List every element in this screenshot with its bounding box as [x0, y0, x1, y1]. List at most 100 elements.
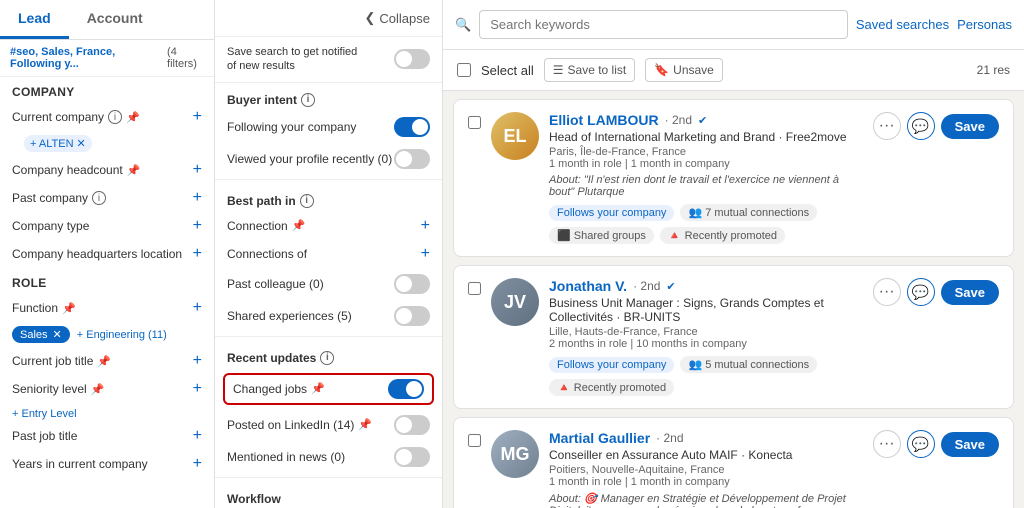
filter-current-job-title[interactable]: Current job title 📌 + [0, 347, 214, 375]
elliot-location: Paris, Île-de-France, France [549, 146, 863, 158]
filter-company-hq[interactable]: Company headquarters location + [0, 240, 214, 268]
save-to-list-button[interactable]: ☰ Save to list [544, 58, 635, 82]
search-header: 🔍 Saved searches Personas [443, 0, 1024, 50]
recent-updates-info-icon: i [320, 351, 334, 365]
tab-account[interactable]: Account [69, 0, 161, 39]
shared-experiences-toggle[interactable] [394, 306, 430, 326]
search-input[interactable] [479, 10, 848, 39]
past-colleague-row: Past colleague (0) [215, 268, 442, 300]
jonathan-follows-tag: Follows your company [549, 357, 674, 373]
add-headcount[interactable]: + [193, 161, 202, 179]
posted-linkedin-toggle[interactable] [394, 415, 430, 435]
remove-sales-chip[interactable]: ✕ [53, 328, 62, 341]
middle-panel: ❮ Collapse Save search to get notified o… [215, 0, 443, 508]
following-company-toggle[interactable] [394, 117, 430, 137]
add-past-company[interactable]: + [193, 189, 202, 207]
connection-label: Connection 📌 [227, 219, 305, 233]
pin-icon-title: 📌 [97, 355, 111, 368]
elliot-save-button[interactable]: Save [941, 114, 999, 139]
result-card-martial: MG Martial Gaullier · 2nd Conseiller en … [453, 417, 1014, 508]
workflow-title: Workflow [215, 482, 442, 508]
add-entry-level[interactable]: + Entry Level [12, 408, 77, 420]
select-all-checkbox[interactable] [457, 63, 471, 77]
add-company-type[interactable]: + [193, 217, 202, 235]
info-icon-past: i [92, 191, 106, 205]
buyer-intent-title: Buyer intent i [215, 83, 442, 111]
save-search-toggle[interactable] [394, 49, 430, 69]
filter-past-job-title[interactable]: Past job title + [0, 422, 214, 450]
add-function[interactable]: + [193, 299, 202, 317]
jonathan-more-button[interactable]: ··· [873, 278, 901, 306]
martial-more-button[interactable]: ··· [873, 430, 901, 458]
elliot-message-button[interactable]: 💬 [907, 112, 935, 140]
filter-count: (4 filters) [167, 46, 204, 70]
jonathan-promoted-tag: 🔺 Recently promoted [549, 379, 674, 396]
add-past-job-title[interactable]: + [193, 427, 202, 445]
filter-years-in-company[interactable]: Years in current company + [0, 450, 214, 478]
sales-chip[interactable]: Sales ✕ [12, 326, 70, 343]
personas-button[interactable]: Personas [957, 17, 1012, 32]
unsave-icon: 🔖 [654, 63, 669, 77]
add-connection[interactable]: + [421, 217, 430, 235]
elliot-name[interactable]: Elliot LAMBOUR [549, 112, 659, 128]
jonathan-message-button[interactable]: 💬 [907, 278, 935, 306]
connections-of-row[interactable]: Connections of + [215, 240, 442, 268]
add-connections-of[interactable]: + [421, 245, 430, 263]
martial-save-button[interactable]: Save [941, 432, 999, 457]
mentioned-in-news-toggle[interactable] [394, 447, 430, 467]
elliot-degree: · 2nd [665, 113, 692, 127]
jonathan-name-row: Jonathan V. · 2nd ✔ [549, 278, 863, 294]
martial-location: Poitiers, Nouvelle-Aquitaine, France [549, 464, 863, 476]
elliot-verified-icon: ✔ [698, 114, 707, 127]
pin-icon-connection: 📌 [292, 219, 306, 232]
elliot-tenure: 1 month in role | 1 month in company [549, 158, 863, 170]
add-company-hq[interactable]: + [193, 245, 202, 263]
past-colleague-toggle[interactable] [394, 274, 430, 294]
elliot-more-button[interactable]: ··· [873, 112, 901, 140]
results-list: EL Elliot LAMBOUR · 2nd ✔ Head of Intern… [443, 91, 1024, 508]
filter-function[interactable]: Function 📌 + [0, 294, 214, 322]
unsave-button[interactable]: 🔖 Unsave [645, 58, 723, 82]
filter-seniority-level[interactable]: Seniority level 📌 + [0, 375, 214, 403]
tab-lead[interactable]: Lead [0, 0, 69, 39]
saved-searches-button[interactable]: Saved searches [856, 17, 949, 32]
collapse-button[interactable]: ❮ Collapse [215, 0, 442, 37]
jonathan-btns-row: ··· 💬 Save [873, 278, 999, 306]
martial-message-button[interactable]: 💬 [907, 430, 935, 458]
filter-current-company[interactable]: Current company i 📌 + [0, 103, 214, 131]
jonathan-degree: · 2nd [633, 279, 660, 293]
add-seniority[interactable]: + [193, 380, 202, 398]
martial-title: Conseiller en Assurance Auto MAIF · Kone… [549, 448, 863, 462]
alten-tag[interactable]: + ALTEN ✕ [24, 135, 92, 152]
past-colleague-label: Past colleague (0) [227, 277, 324, 291]
jonathan-name[interactable]: Jonathan V. [549, 278, 627, 294]
add-years-in-company[interactable]: + [193, 455, 202, 473]
martial-checkbox[interactable] [468, 434, 481, 447]
pin-icon-posted: 📌 [358, 418, 372, 431]
elliot-checkbox[interactable] [468, 116, 481, 129]
select-all-label[interactable]: Select all [481, 63, 534, 78]
add-current-job-title[interactable]: + [193, 352, 202, 370]
jonathan-verified-icon: ✔ [666, 280, 675, 293]
jonathan-content: Jonathan V. · 2nd ✔ Business Unit Manage… [549, 278, 863, 396]
filter-past-company[interactable]: Past company i + [0, 184, 214, 212]
filter-company-headcount[interactable]: Company headcount 📌 + [0, 156, 214, 184]
changed-jobs-toggle[interactable] [388, 379, 424, 399]
following-company-label: Following your company [227, 120, 356, 134]
martial-name[interactable]: Martial Gaullier [549, 430, 650, 446]
unsave-label: Unsave [673, 63, 714, 77]
viewed-profile-row: Viewed your profile recently (0) [215, 143, 442, 175]
connection-row[interactable]: Connection 📌 + [215, 212, 442, 240]
viewed-profile-toggle[interactable] [394, 149, 430, 169]
filter-company-type[interactable]: Company type + [0, 212, 214, 240]
results-header: Select all ☰ Save to list 🔖 Unsave 21 re… [443, 50, 1024, 91]
jonathan-save-button[interactable]: Save [941, 280, 999, 305]
add-current-company[interactable]: + [193, 108, 202, 126]
posted-linkedin-label: Posted on LinkedIn (14) 📌 [227, 418, 372, 432]
martial-name-row: Martial Gaullier · 2nd [549, 430, 863, 446]
filter-tag-text: #seo, Sales, France, Following y... [10, 46, 163, 70]
jonathan-checkbox[interactable] [468, 282, 481, 295]
result-card-elliot: EL Elliot LAMBOUR · 2nd ✔ Head of Intern… [453, 99, 1014, 257]
add-engineering-chip[interactable]: + Engineering (11) [77, 329, 167, 341]
elliot-tags: Follows your company 👥 7 mutual connecti… [549, 204, 863, 244]
